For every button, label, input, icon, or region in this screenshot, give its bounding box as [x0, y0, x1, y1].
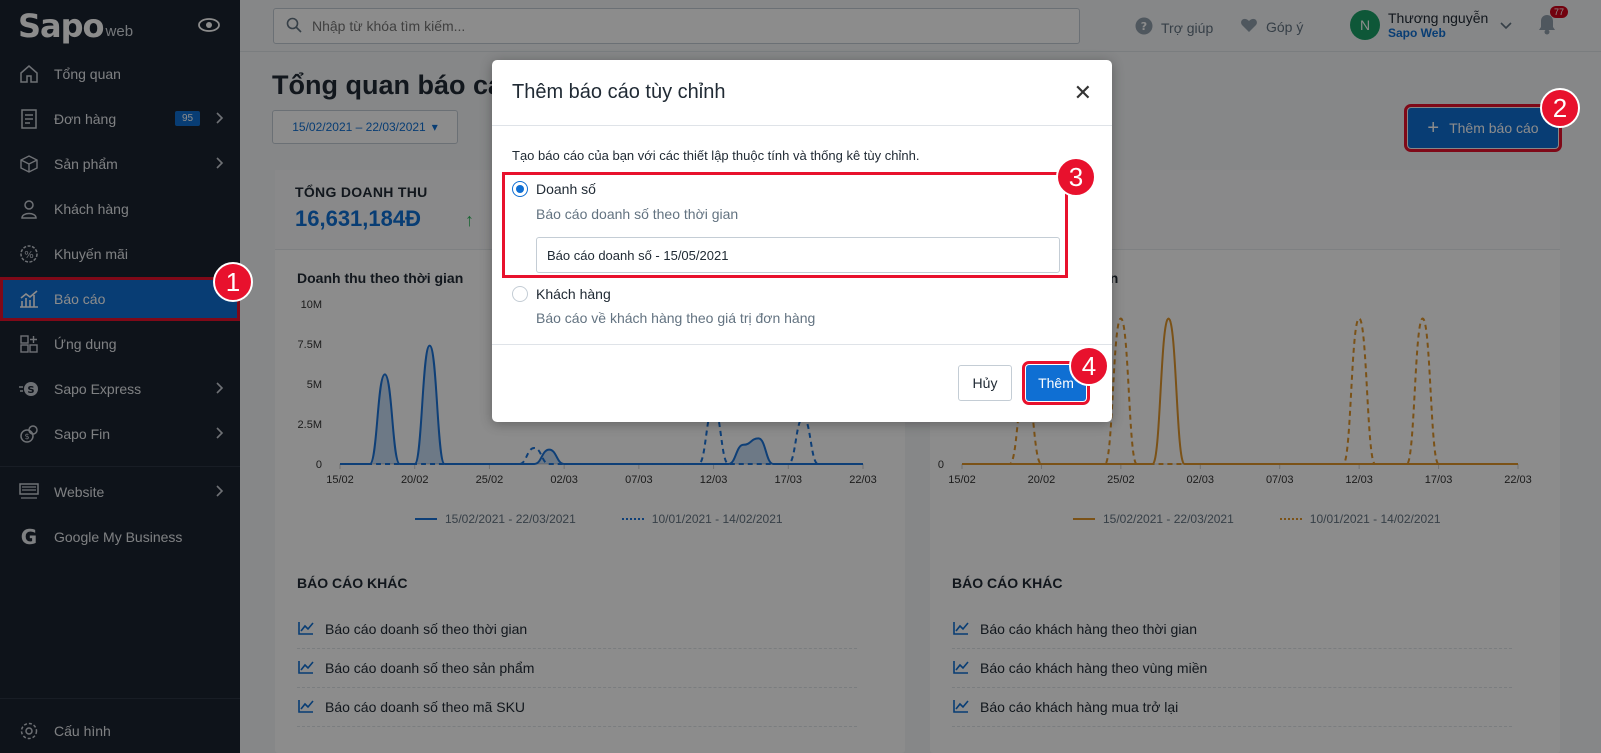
- option-sales-label: Doanh số: [536, 181, 596, 197]
- radio-customers[interactable]: [512, 286, 528, 302]
- step-marker-4: 4: [1069, 346, 1109, 386]
- close-icon[interactable]: ✕: [1074, 80, 1092, 106]
- step-marker-3: 3: [1056, 157, 1096, 197]
- step-marker-2: 2: [1540, 88, 1580, 128]
- modal-footer: Hủy Thêm: [492, 344, 1112, 422]
- modal-header: Thêm báo cáo tùy chỉnh: [492, 60, 1112, 126]
- option-customers-label: Khách hàng: [536, 286, 611, 302]
- option-sales[interactable]: Doanh số: [512, 181, 596, 197]
- modal-description: Tạo báo cáo của bạn với các thiết lập th…: [512, 148, 920, 163]
- option-sales-description: Báo cáo doanh số theo thời gian: [536, 206, 739, 222]
- add-custom-report-modal: Thêm báo cáo tùy chỉnh ✕ Tạo báo cáo của…: [492, 60, 1112, 422]
- report-name-input[interactable]: [536, 237, 1060, 273]
- radio-sales[interactable]: [512, 181, 528, 197]
- cancel-button[interactable]: Hủy: [958, 365, 1012, 401]
- option-customers[interactable]: Khách hàng: [512, 286, 611, 302]
- option-customers-description: Báo cáo về khách hàng theo giá trị đơn h…: [536, 310, 816, 326]
- step-marker-1: 1: [213, 262, 253, 302]
- modal-title: Thêm báo cáo tùy chỉnh: [512, 81, 726, 103]
